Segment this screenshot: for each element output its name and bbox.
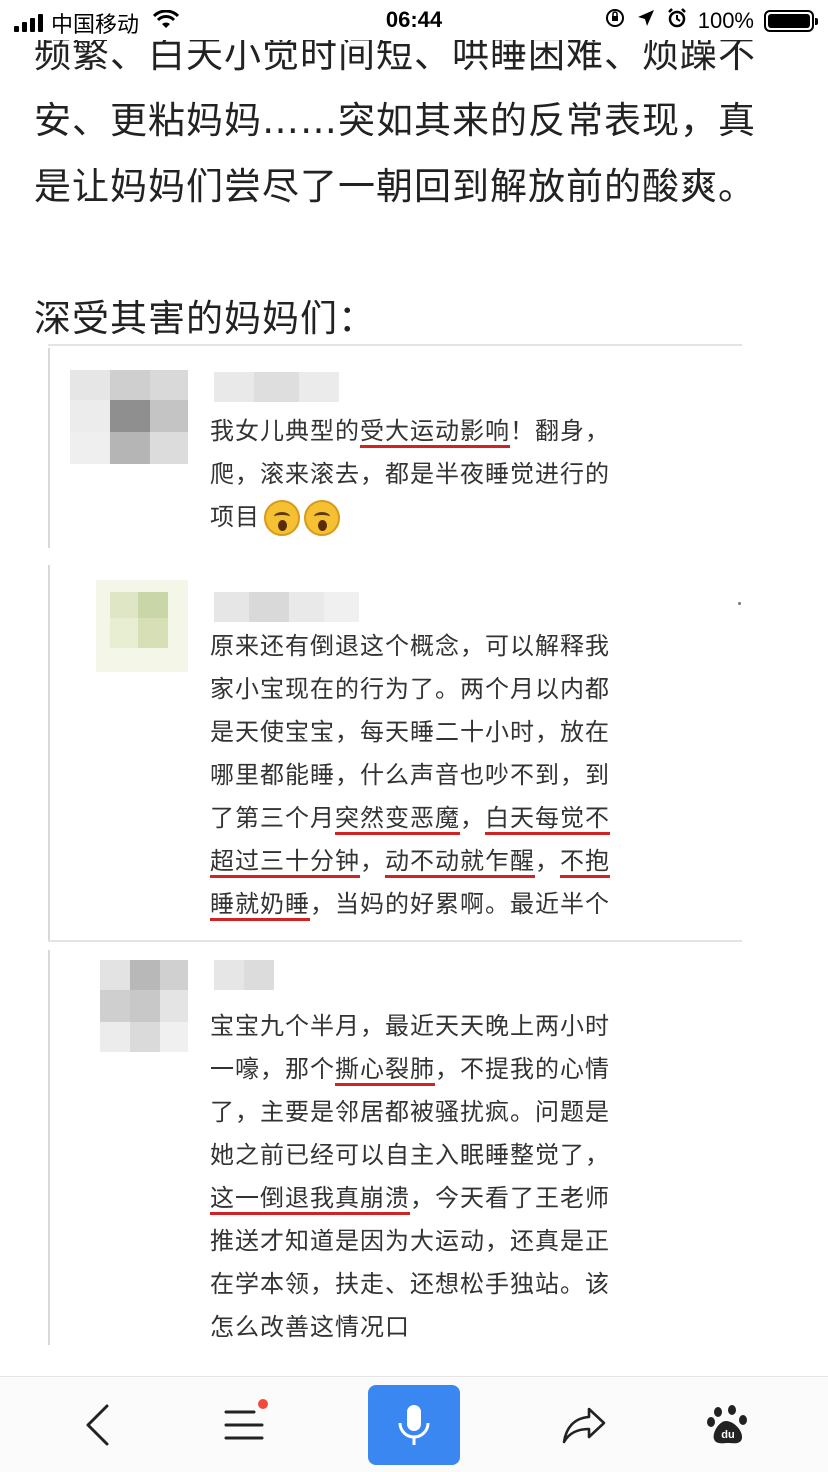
highlighted-phrase: 突然变恶魔 (335, 804, 460, 832)
article-body: 频繁、白天小觉时间短、哄睡困难、烦躁不 安、更粘妈妈……突如其来的反常表现，真 … (34, 22, 804, 352)
menu-icon (224, 1410, 264, 1440)
highlighted-phrase: 不抱 (560, 847, 610, 875)
comment-line: 爬，滚来滚去，都是半夜睡觉进行的 (210, 460, 610, 488)
comment-line: 项目 (210, 496, 680, 539)
highlighted-phrase: 超过三十分钟 (210, 847, 360, 875)
status-right: 100% (604, 7, 818, 35)
back-button[interactable] (52, 1385, 144, 1465)
comment-line: 睡就奶睡，当妈的好累啊。最近半个 (210, 890, 610, 918)
divider (48, 565, 50, 940)
divider (48, 950, 50, 1345)
highlighted-phrase: 受大运动影响 (360, 417, 510, 445)
article-line: 是让妈妈们尝尽了一朝回到解放前的酸爽。 (34, 165, 756, 208)
dot (738, 602, 741, 605)
menu-button[interactable] (198, 1385, 290, 1465)
divider (48, 348, 50, 548)
comment-text: 我女儿典型的受大运动影响！翻身， 爬，滚来滚去，都是半夜睡觉进行的 项目 (210, 410, 680, 539)
notification-dot (258, 1399, 268, 1409)
battery-icon (764, 10, 818, 32)
comment-line: 在学本领，扶走、还想松手独站。该 (210, 1270, 610, 1298)
comment-text: 宝宝九个半月，最近天天晚上两小时 一嚎，那个撕心裂肺，不提我的心情 了，主要是邻… (210, 1005, 680, 1349)
comment-line: 宝宝九个半月，最近天天晚上两小时 (210, 1012, 610, 1040)
comment-line: 一嚎，那个撕心裂肺，不提我的心情 (210, 1055, 610, 1083)
comment-line: 家小宝现在的行为了。两个月以内都 (210, 675, 610, 703)
avatar (100, 960, 188, 1052)
comment-line: 了第三个月突然变恶魔，白天每觉不 (210, 804, 610, 832)
comment-line: 超过三十分钟，动不动就乍醒，不抱 (210, 847, 610, 875)
highlighted-phrase: 动不动就乍醒 (385, 847, 535, 875)
comment-line: 我女儿典型的受大运动影响！翻身， (210, 417, 610, 445)
alarm-icon (666, 7, 688, 35)
article-line: 安、更粘妈妈……突如其来的反常表现，真 (34, 99, 756, 142)
battery-percent: 100% (697, 8, 754, 33)
comment-line: 原来还有倒退这个概念，可以解释我 (210, 632, 610, 660)
comments-screenshot[interactable]: 我女儿典型的受大运动影响！翻身， 爬，滚来滚去，都是半夜睡觉进行的 项目 原来还… (48, 340, 742, 1350)
avatar (70, 370, 188, 464)
comment-line: 这一倒退我真崩溃，今天看了王老师 (210, 1184, 610, 1212)
share-icon (562, 1407, 606, 1444)
comment-line: 怎么改善这情况口 (210, 1313, 410, 1341)
surprised-emoji-icon (264, 500, 300, 536)
comment-line: 哪里都能睡，什么声音也吵不到，到 (210, 761, 610, 789)
divider (48, 940, 742, 942)
orientation-lock-icon (604, 7, 626, 35)
comment-line: 了，主要是邻居都被骚扰疯。问题是 (210, 1098, 610, 1126)
bottom-toolbar: du (0, 1376, 828, 1472)
avatar (96, 580, 188, 672)
comment-line: 是天使宝宝，每天睡二十小时，放在 (210, 718, 610, 746)
surprised-emoji-icon (304, 500, 340, 536)
highlighted-phrase: 白天每觉不 (485, 804, 610, 832)
voice-search-button[interactable] (368, 1385, 460, 1465)
baidu-home-button[interactable]: du (682, 1385, 774, 1465)
highlighted-phrase: 睡就奶睡 (210, 890, 310, 918)
location-icon (636, 8, 656, 34)
mic-icon (398, 1405, 430, 1445)
baidu-paw-icon: du (707, 1405, 747, 1444)
back-icon (86, 1404, 109, 1446)
status-bar: 中国移动 06:44 100% (0, 0, 828, 40)
share-button[interactable] (538, 1385, 630, 1465)
divider (48, 344, 742, 346)
comment-text: 原来还有倒退这个概念，可以解释我 家小宝现在的行为了。两个月以内都 是天使宝宝，… (210, 625, 680, 926)
highlighted-phrase: 这一倒退我真崩溃 (210, 1184, 410, 1212)
highlighted-phrase: 撕心裂肺 (335, 1055, 435, 1083)
svg-text:du: du (721, 1429, 734, 1441)
comment-line: 她之前已经可以自主入眠睡整觉了， (210, 1141, 610, 1169)
comment-line: 推送才知道是因为大运动，还真是正 (210, 1227, 610, 1255)
